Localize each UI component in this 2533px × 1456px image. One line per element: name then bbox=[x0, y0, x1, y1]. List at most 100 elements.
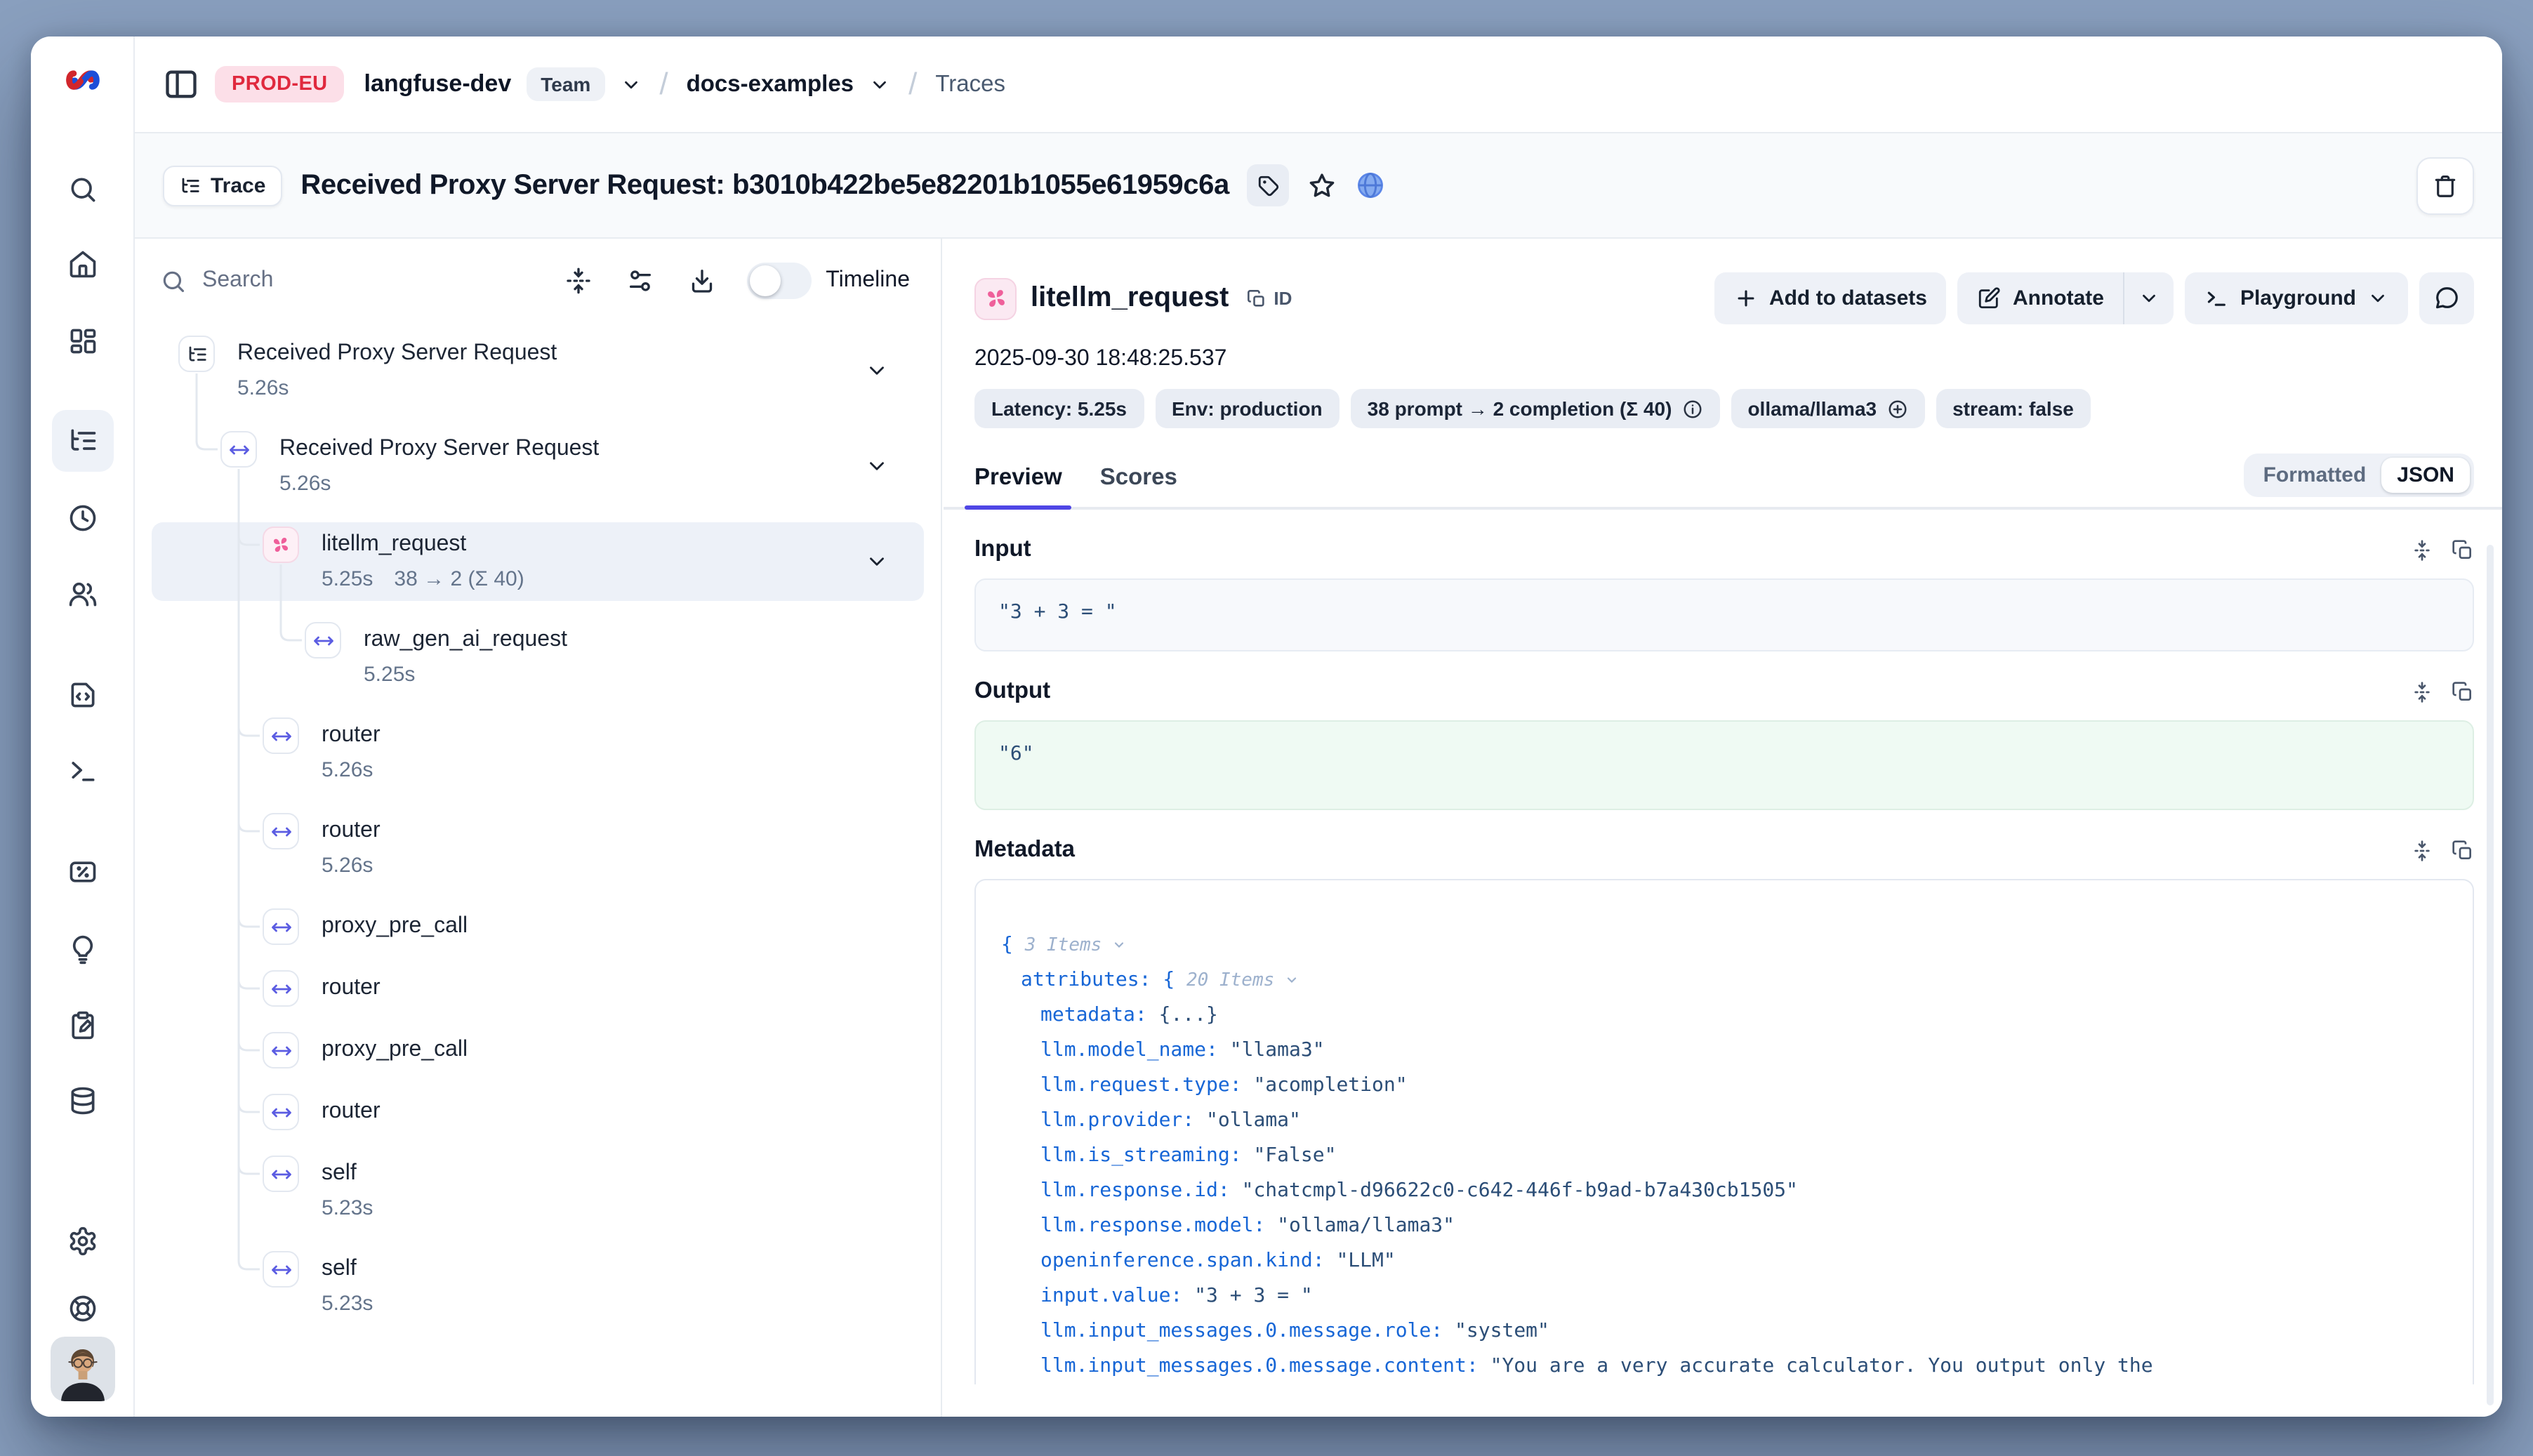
json-collapse-toggle[interactable]: 3 Items bbox=[1025, 935, 1127, 956]
tree-node-litellm-request[interactable]: litellm_request5.25s38 → 2 (Σ 40) bbox=[152, 522, 924, 601]
sidebar-item-users[interactable] bbox=[51, 563, 113, 625]
timeline-toggle[interactable] bbox=[747, 263, 812, 299]
trace-tree-icon bbox=[186, 343, 207, 364]
tree-node-metrics: 5.26s bbox=[237, 376, 868, 400]
metadata-json-line: llm.input_messages.0.message.role: "syst… bbox=[1001, 1314, 2447, 1349]
output-collapse-button[interactable] bbox=[2411, 680, 2433, 703]
observation-badges: Latency: 5.25sEnv: production38 prompt →… bbox=[974, 389, 2474, 428]
sidebar-item-datasets[interactable] bbox=[51, 1070, 113, 1132]
metadata-section-label: Metadata bbox=[974, 837, 1075, 863]
tree-node-router[interactable]: router 5.26s bbox=[152, 809, 924, 887]
duration: 5.26s bbox=[322, 854, 373, 878]
span-move-horizontal-icon bbox=[270, 1040, 291, 1061]
sidebar-item-tracing[interactable] bbox=[51, 410, 113, 472]
sidebar-item-settings[interactable] bbox=[51, 1210, 113, 1272]
sidebar-item-llm-as-a-judge[interactable] bbox=[51, 918, 113, 980]
user-avatar[interactable] bbox=[50, 1337, 114, 1401]
tree-node-collapse-chevron[interactable] bbox=[865, 550, 889, 574]
tab-scores[interactable]: Scores bbox=[1100, 465, 1177, 507]
search-input[interactable]: Search bbox=[160, 267, 564, 294]
detail-scrollbar[interactable] bbox=[2487, 545, 2494, 1405]
sidebar-toggle-button[interactable] bbox=[163, 66, 199, 102]
tree-node-collapse-chevron[interactable] bbox=[865, 359, 889, 383]
breadcrumb-section[interactable]: Traces bbox=[935, 71, 1005, 98]
input-collapse-button[interactable] bbox=[2411, 538, 2433, 561]
tag-button[interactable] bbox=[1248, 164, 1290, 206]
tree-node-proxy-pre-call[interactable]: proxy_pre_call bbox=[152, 904, 924, 949]
trace-type-icon bbox=[178, 336, 215, 372]
collapse-all-button[interactable] bbox=[564, 267, 593, 295]
trace-type-chip[interactable]: Trace bbox=[163, 165, 282, 206]
tree-node-router[interactable]: router5.26s bbox=[152, 713, 924, 792]
tree-node-label: router bbox=[322, 819, 868, 844]
project-chevron-down-icon[interactable] bbox=[869, 74, 890, 95]
tree-node-self[interactable]: self5.23s bbox=[152, 1247, 924, 1325]
sidebar-rail bbox=[31, 37, 135, 1417]
tree-node-label: proxy_pre_call bbox=[322, 914, 868, 939]
bookmark-star-button[interactable] bbox=[1308, 171, 1337, 200]
json-collapse-toggle[interactable]: 20 Items bbox=[1186, 970, 1299, 991]
tree-node-label: litellm_request bbox=[322, 532, 868, 557]
tab-preview[interactable]: Preview bbox=[974, 465, 1062, 507]
tree-node-received-proxy-server-request[interactable]: Received Proxy Server Request5.26s bbox=[152, 331, 924, 410]
sidebar-item-home[interactable] bbox=[51, 233, 113, 295]
copy-icon bbox=[1247, 289, 1266, 308]
tree-node-proxy-pre-call[interactable]: proxy_pre_call bbox=[152, 1028, 924, 1073]
filter-sliders-icon bbox=[626, 267, 654, 295]
playground-button[interactable]: Playground bbox=[2185, 272, 2408, 324]
badge: ollama/llama3 bbox=[1731, 389, 1924, 428]
input-section: Input "3 + 3 = " bbox=[974, 536, 2474, 651]
span-move-horizontal-icon bbox=[270, 978, 291, 999]
span-move-horizontal-icon bbox=[270, 725, 291, 746]
comment-bubble-icon bbox=[2433, 285, 2460, 312]
chevron-down-icon bbox=[865, 454, 889, 478]
span-move-horizontal-icon bbox=[228, 439, 249, 460]
add-to-datasets-button[interactable]: Add to datasets bbox=[1714, 272, 1947, 324]
tree-node-router[interactable]: router bbox=[152, 966, 924, 1011]
sidebar-item-evaluation[interactable] bbox=[51, 841, 113, 903]
copy-id-button[interactable]: ID bbox=[1247, 288, 1292, 309]
sidebar-item-sessions[interactable] bbox=[51, 487, 113, 549]
observation-actions: Add to datasets Annotate Playground bbox=[1714, 272, 2474, 324]
view-mode-json[interactable]: JSON bbox=[2381, 458, 2470, 493]
sidebar-item-search[interactable] bbox=[51, 159, 113, 220]
metadata-json-line: { 3 Items bbox=[1001, 928, 2447, 963]
badge: Env: production bbox=[1155, 389, 1340, 428]
span-move-horizontal-icon bbox=[270, 1163, 291, 1184]
annotate-button[interactable]: Annotate bbox=[1958, 272, 2124, 324]
public-share-button[interactable] bbox=[1356, 170, 1387, 201]
download-button[interactable] bbox=[688, 267, 716, 295]
tree-node-router[interactable]: router bbox=[152, 1090, 924, 1134]
org-chevron-down-icon[interactable] bbox=[620, 74, 641, 95]
annotate-dropdown-button[interactable] bbox=[2124, 272, 2174, 324]
sidebar-item-support[interactable] bbox=[54, 1280, 110, 1337]
tree-node-raw-gen-ai-request[interactable]: raw_gen_ai_request5.25s bbox=[152, 618, 924, 696]
span-type-icon bbox=[305, 622, 341, 658]
output-copy-button[interactable] bbox=[2452, 680, 2474, 703]
chevron-down-icon bbox=[865, 550, 889, 574]
badge: stream: false bbox=[1936, 389, 2091, 428]
tree-node-metrics: 5.26s bbox=[322, 758, 868, 782]
breadcrumb-org[interactable]: langfuse-dev bbox=[364, 70, 512, 98]
delete-trace-button[interactable] bbox=[2416, 157, 2474, 214]
view-mode-formatted[interactable]: Formatted bbox=[2248, 458, 2382, 493]
trace-title-bar: Trace Received Proxy Server Request: b30… bbox=[135, 133, 2502, 239]
span-type-icon bbox=[263, 970, 299, 1007]
output-section-label: Output bbox=[974, 678, 1050, 705]
toggle-knob bbox=[750, 265, 781, 296]
sidebar-item-annotation-queues[interactable] bbox=[51, 994, 113, 1056]
view-settings-button[interactable] bbox=[626, 267, 654, 295]
tree-node-self[interactable]: self5.23s bbox=[152, 1151, 924, 1230]
comments-button[interactable] bbox=[2419, 272, 2474, 324]
metadata-copy-button[interactable] bbox=[2452, 839, 2474, 861]
tree-node-collapse-chevron[interactable] bbox=[865, 454, 889, 478]
input-copy-button[interactable] bbox=[2452, 538, 2474, 561]
tree-node-received-proxy-server-request[interactable]: Received Proxy Server Request5.26s bbox=[152, 427, 924, 505]
sidebar-item-prompts[interactable] bbox=[51, 664, 113, 726]
breadcrumb-project[interactable]: docs-examples bbox=[687, 71, 854, 98]
metadata-collapse-button[interactable] bbox=[2411, 839, 2433, 861]
trace-tree-icon bbox=[180, 175, 201, 196]
sidebar-item-dashboards[interactable] bbox=[51, 310, 113, 372]
input-section-label: Input bbox=[974, 536, 1031, 563]
sidebar-item-playground[interactable] bbox=[51, 740, 113, 802]
